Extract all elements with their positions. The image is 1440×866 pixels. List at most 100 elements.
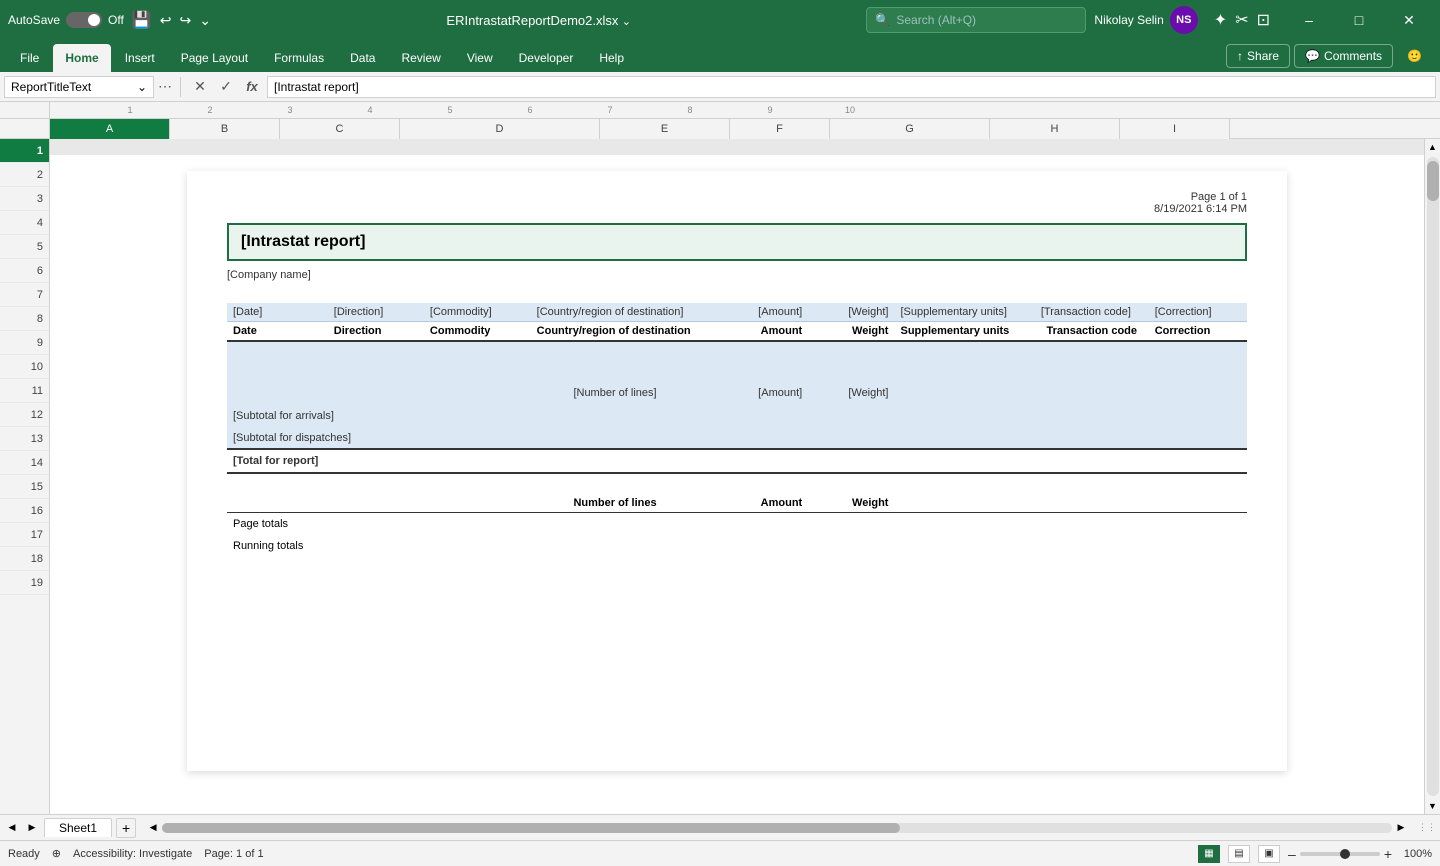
data-row-6[interactable] [227, 341, 1247, 361]
row-num-7[interactable]: 7 [0, 283, 49, 307]
subtotal-arrivals-row[interactable]: [Subtotal for arrivals] [227, 405, 1247, 427]
hscroll-right[interactable]: ▶ [1396, 822, 1406, 834]
col-header-c[interactable]: C [280, 119, 400, 139]
scroll-up-button[interactable]: ▲ [1426, 139, 1440, 155]
normal-view-button[interactable]: ▦ [1198, 845, 1220, 863]
zoom-out-icon[interactable]: – [1288, 846, 1296, 862]
data-row-7[interactable] [227, 361, 1247, 381]
name-box-dropdown[interactable]: ⌄ [137, 80, 147, 94]
data-row-8[interactable]: [Number of lines] [Amount] [Weight] [227, 381, 1247, 405]
tab-file[interactable]: File [8, 44, 51, 72]
share-button[interactable]: ↑ Share [1226, 44, 1290, 68]
header-bracket-row[interactable]: [Date] [Direction] [Commodity] [Country/… [227, 303, 1247, 322]
formula-input[interactable] [267, 76, 1436, 98]
col-header-d[interactable]: D [400, 119, 600, 139]
status-bar: Ready ⊕ Accessibility: Investigate Page:… [0, 840, 1440, 866]
cancel-button-formula[interactable]: ✕ [189, 76, 211, 98]
tab-help[interactable]: Help [587, 44, 636, 72]
emoji-button[interactable]: 🙂 [1397, 45, 1432, 67]
comments-button[interactable]: 💬 Comments [1294, 44, 1393, 68]
horizontal-scrollbar[interactable]: ◀ ▶ [140, 822, 1414, 834]
sheet-scroll-left[interactable]: ◀ [4, 820, 20, 836]
tab-insert[interactable]: Insert [113, 44, 167, 72]
col-header-b[interactable]: B [170, 119, 280, 139]
page-totals-row[interactable]: Page totals [227, 513, 1247, 535]
hscroll-track[interactable] [162, 823, 1392, 833]
row-num-6[interactable]: 6 [0, 259, 49, 283]
page-break-view-button[interactable]: ▣ [1258, 845, 1280, 863]
row-num-14[interactable]: 14 [0, 451, 49, 475]
row-num-16[interactable]: 16 [0, 499, 49, 523]
minimize-button[interactable]: – [1286, 0, 1332, 40]
company-name-cell[interactable]: [Company name] [227, 265, 1247, 285]
row-num-12[interactable]: 12 [0, 403, 49, 427]
header-label-row[interactable]: Date Direction Commodity Country/region … [227, 322, 1247, 342]
col-header-f[interactable]: F [730, 119, 830, 139]
row-num-11[interactable]: 11 [0, 379, 49, 403]
row-num-5[interactable]: 5 [0, 235, 49, 259]
user-avatar[interactable]: NS [1170, 6, 1198, 34]
confirm-button-formula[interactable]: ✓ [215, 76, 237, 98]
row-num-3[interactable]: 3 [0, 187, 49, 211]
formula-more-icon[interactable]: ⋯ [158, 78, 172, 95]
tab-developer[interactable]: Developer [507, 44, 586, 72]
running-totals-row[interactable]: Running totals [227, 535, 1247, 557]
ribbon-icon-1[interactable]: ✦ [1214, 10, 1227, 30]
row-num-9[interactable]: 9 [0, 331, 49, 355]
tab-review[interactable]: Review [389, 44, 452, 72]
tab-home[interactable]: Home [53, 44, 110, 72]
window-controls: – □ ✕ [1286, 0, 1432, 40]
row-num-18[interactable]: 18 [0, 547, 49, 571]
row-num-19[interactable]: 19 [0, 571, 49, 595]
page-layout-view-button[interactable]: ▤ [1228, 845, 1250, 863]
ribbon-icon-3[interactable]: ⊡ [1257, 10, 1270, 30]
autosave-toggle[interactable] [66, 12, 102, 28]
row-num-17[interactable]: 17 [0, 523, 49, 547]
row-num-10[interactable]: 10 [0, 355, 49, 379]
subtotal-dispatches-row[interactable]: [Subtotal for dispatches] [227, 427, 1247, 449]
row-num-4[interactable]: 4 [0, 211, 49, 235]
vertical-scrollbar[interactable]: ▲ ▼ [1424, 139, 1440, 814]
col-header-e[interactable]: E [600, 119, 730, 139]
hscroll-left[interactable]: ◀ [148, 822, 158, 834]
report-title-cell[interactable]: [Intrastat report] [227, 223, 1247, 261]
sheet-tab-sheet1[interactable]: Sheet1 [44, 818, 112, 837]
vertical-scroll-track[interactable] [1427, 157, 1439, 796]
add-sheet-button[interactable]: + [116, 818, 136, 838]
redo-icon[interactable]: ↪ [180, 12, 192, 29]
tab-formulas[interactable]: Formulas [262, 44, 336, 72]
row-num-8[interactable]: 8 [0, 307, 49, 331]
col-header-g[interactable]: G [830, 119, 990, 139]
sheet-content[interactable]: Page 1 of 1 8/19/2021 6:14 PM [Intrastat… [50, 139, 1424, 814]
close-button[interactable]: ✕ [1386, 0, 1432, 40]
accessibility-icon[interactable]: ⊕ [52, 847, 61, 860]
scroll-down-button[interactable]: ▼ [1426, 798, 1440, 814]
zoom-thumb[interactable] [1340, 849, 1350, 859]
row-num-13[interactable]: 13 [0, 427, 49, 451]
tab-data[interactable]: Data [338, 44, 387, 72]
zoom-slider[interactable] [1300, 852, 1380, 856]
row-num-2[interactable]: 2 [0, 163, 49, 187]
name-box[interactable]: ReportTitleText ⌄ [4, 76, 154, 98]
fx-button[interactable]: fx [241, 76, 263, 98]
undo-icon[interactable]: ↩ [160, 12, 172, 29]
comments-icon: 💬 [1305, 49, 1320, 63]
tab-page-layout[interactable]: Page Layout [169, 44, 260, 72]
tab-view[interactable]: View [455, 44, 505, 72]
sheet-scroll-right[interactable]: ▶ [24, 820, 40, 836]
row-num-15[interactable]: 15 [0, 475, 49, 499]
vertical-scroll-thumb[interactable] [1427, 161, 1439, 201]
more-icon[interactable]: ⌄ [199, 12, 211, 29]
save-icon[interactable]: 💾 [132, 10, 152, 30]
total-row[interactable]: [Total for report] [227, 449, 1247, 473]
col-header-h[interactable]: H [990, 119, 1120, 139]
ribbon-icon-2[interactable]: ✂ [1235, 10, 1248, 30]
hscroll-thumb[interactable] [162, 823, 900, 833]
row-num-1[interactable]: 1 [0, 139, 49, 163]
filename-dropdown-icon[interactable]: ⌄ [622, 16, 631, 28]
maximize-button[interactable]: □ [1336, 0, 1382, 40]
col-header-a[interactable]: A [50, 119, 170, 139]
col-header-i[interactable]: I [1120, 119, 1230, 139]
zoom-in-icon[interactable]: + [1384, 846, 1392, 862]
search-box[interactable]: 🔍 Search (Alt+Q) [866, 7, 1086, 33]
